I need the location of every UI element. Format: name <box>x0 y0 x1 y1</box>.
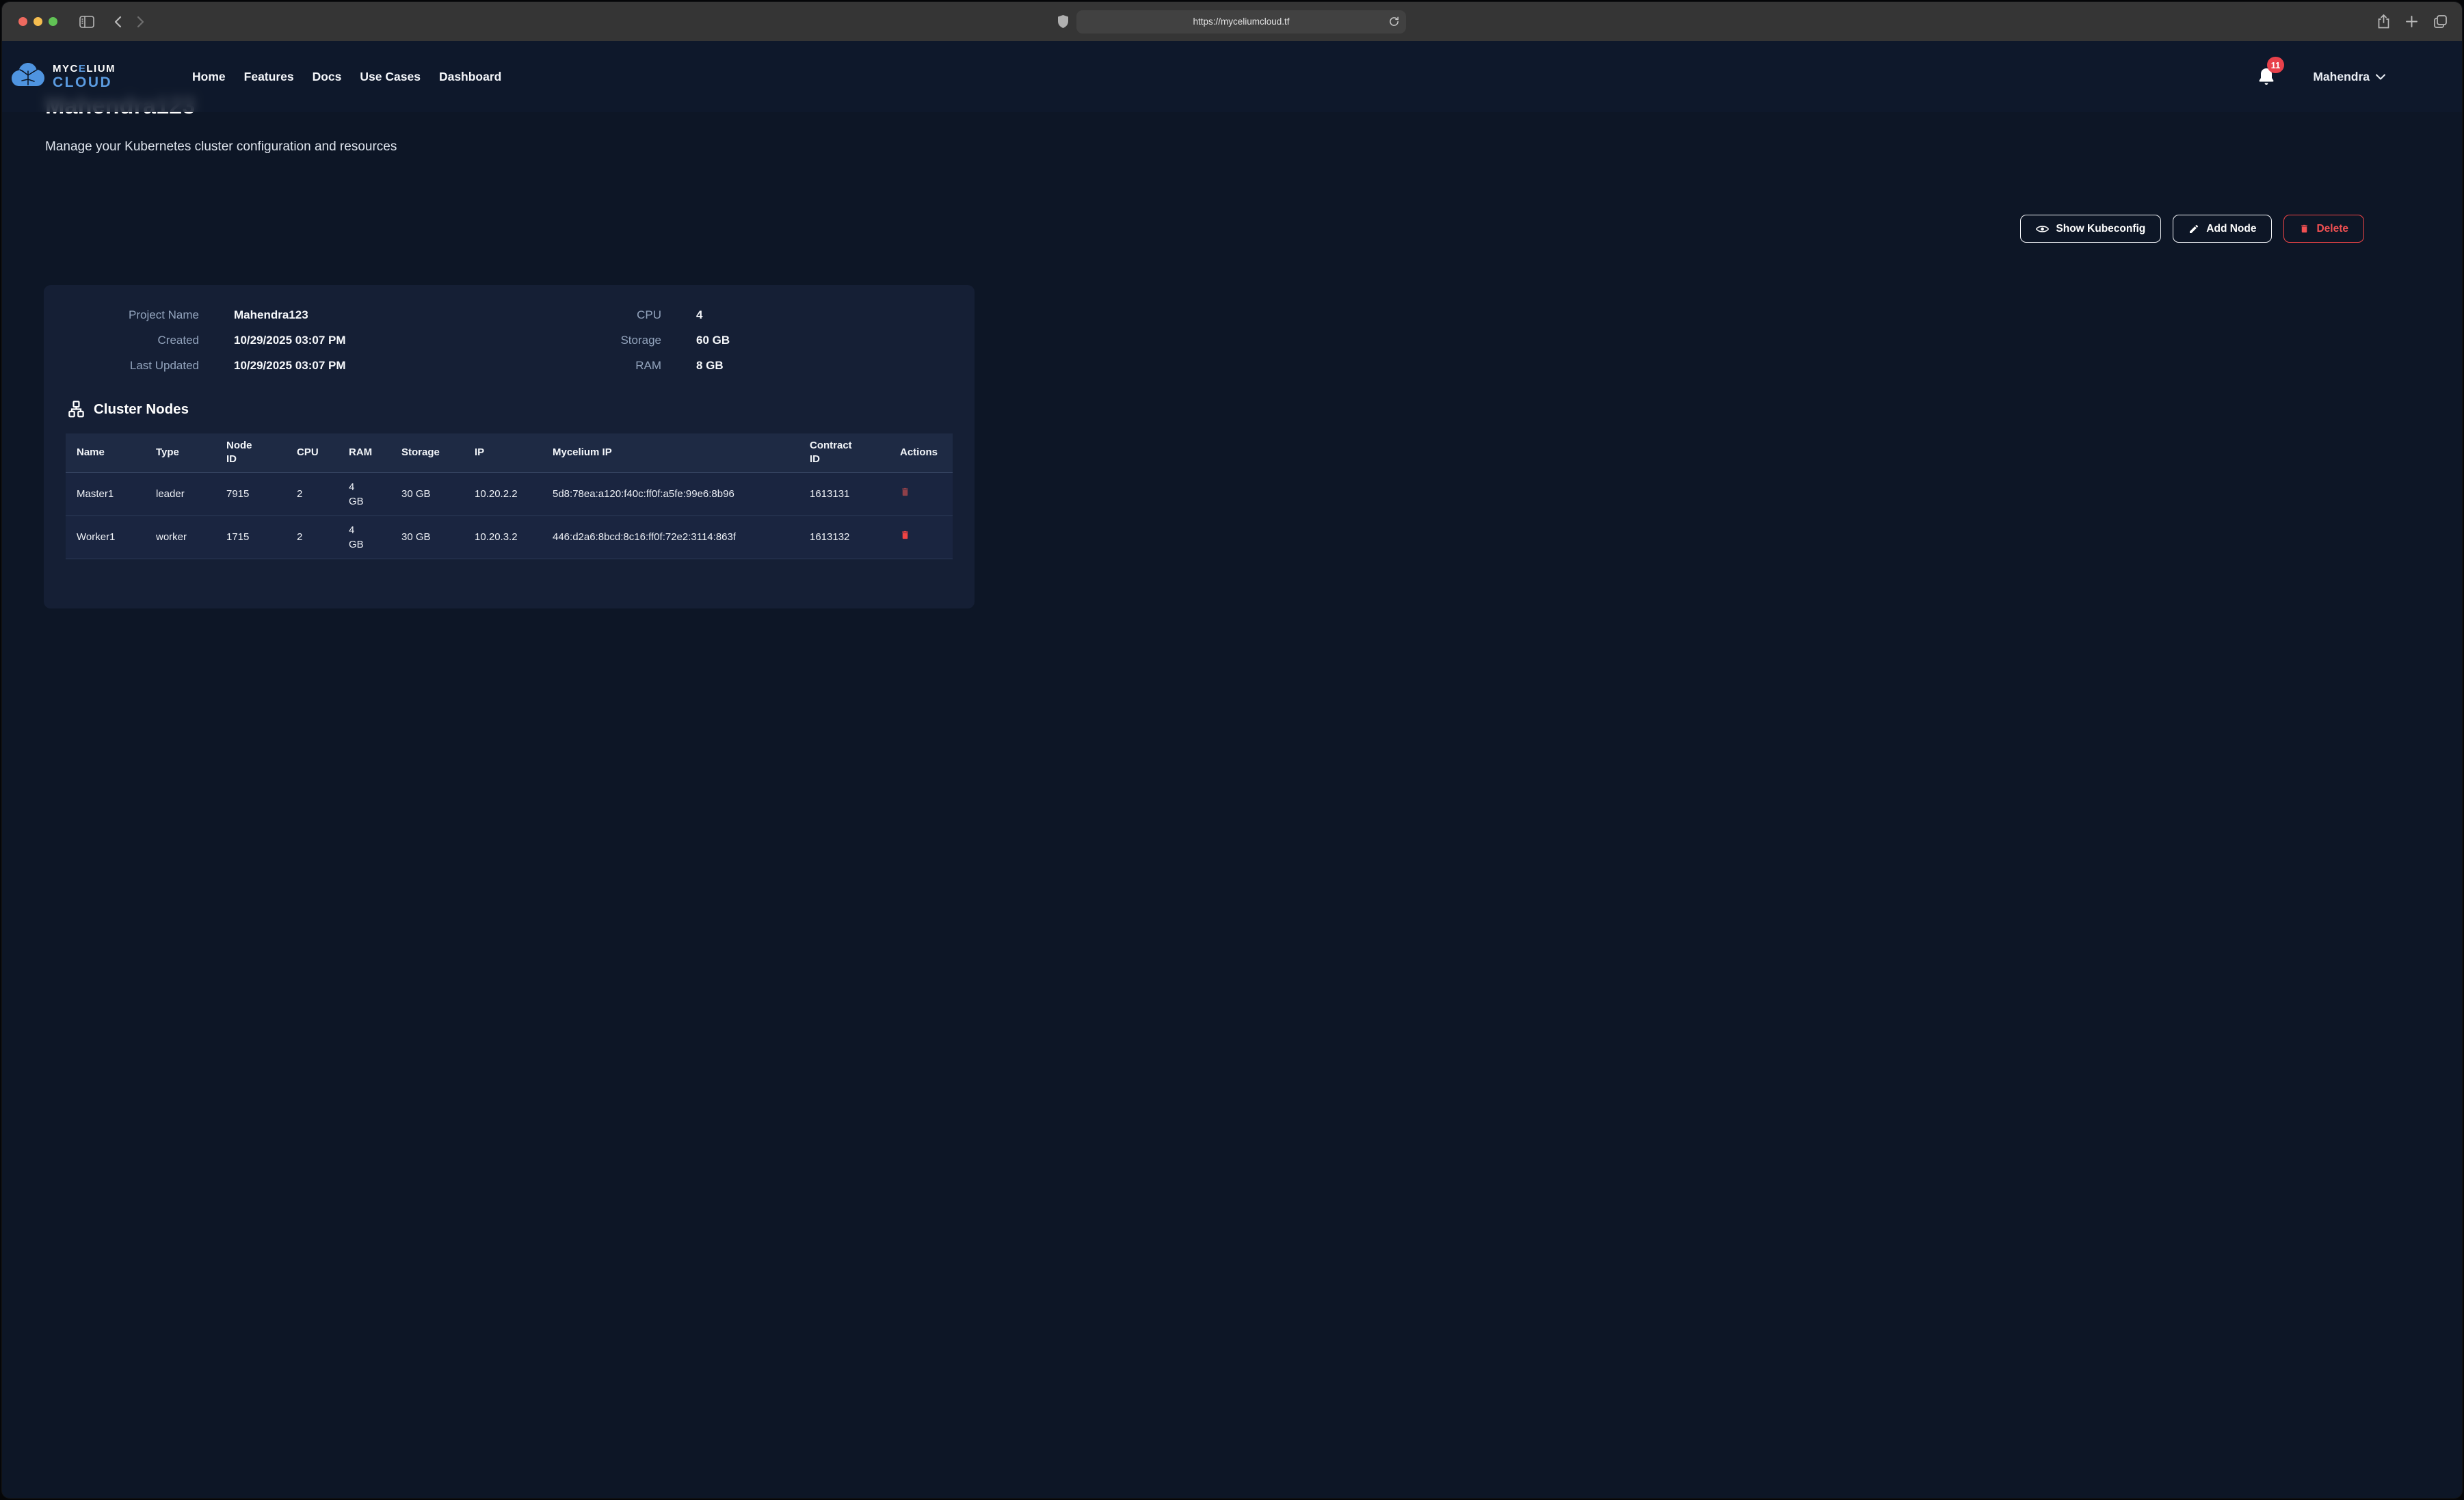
field-label: Created <box>44 334 234 347</box>
table-header-row: Name Type Node ID CPU RAM Storage IP Myc… <box>66 433 953 472</box>
cluster-actions: Show Kubeconfig Add Node Delete <box>2 215 2364 243</box>
add-node-button[interactable]: Add Node <box>2173 215 2272 243</box>
reload-icon[interactable] <box>1389 16 1399 27</box>
col-node-id: Node ID <box>215 433 286 472</box>
field-label: CPU <box>501 308 696 322</box>
field-value: 60 GB <box>696 334 975 347</box>
col-cpu: CPU <box>286 433 338 472</box>
node-row-worker1: Worker1 worker 1715 2 4 GB 30 GB 10.20.3… <box>66 515 953 559</box>
cell-type: leader <box>145 472 215 515</box>
back-icon[interactable] <box>114 16 122 28</box>
col-type: Type <box>145 433 215 472</box>
forward-icon <box>137 16 145 28</box>
trash-icon <box>2299 223 2309 235</box>
cluster-overview-panel: Project Name Mahendra123 CPU 4 Created 1… <box>44 285 975 608</box>
cell-node-id: 1715 <box>215 515 286 559</box>
field-label: Last Updated <box>44 359 234 373</box>
col-contract-id: Contract ID <box>799 433 889 472</box>
cluster-nodes-table: Name Type Node ID CPU RAM Storage IP Myc… <box>66 433 953 559</box>
cell-ram: 4 GB <box>338 515 390 559</box>
col-ram: RAM <box>338 433 390 472</box>
cell-cpu: 2 <box>286 515 338 559</box>
cell-mycelium-ip: 446:d2a6:8bcd:8c16:ff0f:72e2:3114:863f <box>542 515 799 559</box>
cell-ram: 4 GB <box>338 472 390 515</box>
delete-node-button[interactable] <box>900 486 910 498</box>
delete-cluster-button[interactable]: Delete <box>2283 215 2364 243</box>
cell-type: worker <box>145 515 215 559</box>
minimize-window-button[interactable] <box>34 17 42 26</box>
pencil-icon <box>2188 224 2199 235</box>
sidebar-toggle-icon[interactable] <box>79 16 94 28</box>
cluster-nodes-heading: Cluster Nodes <box>67 400 975 418</box>
nav-link-use-cases[interactable]: Use Cases <box>360 70 421 84</box>
col-storage: Storage <box>390 433 464 472</box>
url-text: https://myceliumcloud.tf <box>1193 16 1289 27</box>
share-icon[interactable] <box>2378 14 2389 29</box>
cell-storage: 30 GB <box>390 472 464 515</box>
cell-name: Master1 <box>66 472 145 515</box>
col-mycelium-ip: Mycelium IP <box>542 433 799 472</box>
notification-badge: 11 <box>2267 57 2285 73</box>
network-icon <box>67 400 85 418</box>
browser-toolbar: https://myceliumcloud.tf <box>2 2 2462 41</box>
nav-link-home[interactable]: Home <box>192 70 226 84</box>
field-label: Storage <box>501 334 696 347</box>
col-name: Name <box>66 433 145 472</box>
cell-node-id: 7915 <box>215 472 286 515</box>
field-value: 10/29/2025 03:07 PM <box>234 334 501 347</box>
nav-link-features[interactable]: Features <box>244 70 294 84</box>
field-label: Project Name <box>44 308 234 322</box>
notifications-button[interactable]: 11 <box>2258 68 2275 85</box>
maximize-window-button[interactable] <box>49 17 57 26</box>
brand-line1: MYCELIUM <box>53 64 116 74</box>
cell-cpu: 2 <box>286 472 338 515</box>
user-name: Mahendra <box>2313 70 2370 84</box>
brand-logo[interactable]: MYCELIUM CLOUD <box>10 62 116 92</box>
cell-ip: 10.20.2.2 <box>464 472 542 515</box>
col-ip: IP <box>464 433 542 472</box>
cell-actions <box>889 515 953 559</box>
trash-icon <box>900 529 910 541</box>
site-navbar: MYCELIUM CLOUD Home Features Docs Use Ca… <box>2 41 2462 112</box>
chevron-down-icon <box>2376 74 2385 80</box>
cell-ip: 10.20.3.2 <box>464 515 542 559</box>
cell-contract-id: 1613131 <box>799 472 889 515</box>
mycelium-cloud-logo-icon <box>10 62 46 92</box>
brand-line2: CLOUD <box>53 75 116 90</box>
user-menu[interactable]: Mahendra <box>2313 70 2385 84</box>
cell-mycelium-ip: 5d8:78ea:a120:f40c:ff0f:a5fe:99e6:8b96 <box>542 472 799 515</box>
close-window-button[interactable] <box>18 17 27 26</box>
page-subtitle: Manage your Kubernetes cluster configura… <box>45 139 2462 155</box>
node-row-master1: Master1 leader 7915 2 4 GB 30 GB 10.20.2… <box>66 472 953 515</box>
field-value: 4 <box>696 308 975 322</box>
traffic-lights <box>18 17 57 26</box>
field-value: Mahendra123 <box>234 308 501 322</box>
page-background: Mahendra123 MYCELIUM CLOUD Home Features… <box>2 41 2462 1498</box>
trash-icon <box>900 486 910 498</box>
delete-node-button[interactable] <box>900 529 910 541</box>
field-value: 10/29/2025 03:07 PM <box>234 359 501 373</box>
tab-overview-icon[interactable] <box>2434 14 2447 29</box>
new-tab-icon[interactable] <box>2406 14 2417 29</box>
cell-actions <box>889 472 953 515</box>
nav-link-dashboard[interactable]: Dashboard <box>439 70 501 84</box>
cell-storage: 30 GB <box>390 515 464 559</box>
shield-icon[interactable] <box>1058 15 1068 28</box>
field-label: RAM <box>501 359 696 373</box>
field-value: 8 GB <box>696 359 975 373</box>
nav-links: Home Features Docs Use Cases Dashboard <box>192 70 501 84</box>
cell-name: Worker1 <box>66 515 145 559</box>
show-kubeconfig-button[interactable]: Show Kubeconfig <box>2020 215 2161 243</box>
nav-link-docs[interactable]: Docs <box>313 70 342 84</box>
browser-window: https://myceliumcloud.tf <box>2 2 2462 1498</box>
eye-icon <box>2036 224 2049 234</box>
col-actions: Actions <box>889 433 953 472</box>
cluster-overview-grid: Project Name Mahendra123 CPU 4 Created 1… <box>44 285 975 373</box>
cell-contract-id: 1613132 <box>799 515 889 559</box>
url-bar[interactable]: https://myceliumcloud.tf <box>1076 10 1406 34</box>
